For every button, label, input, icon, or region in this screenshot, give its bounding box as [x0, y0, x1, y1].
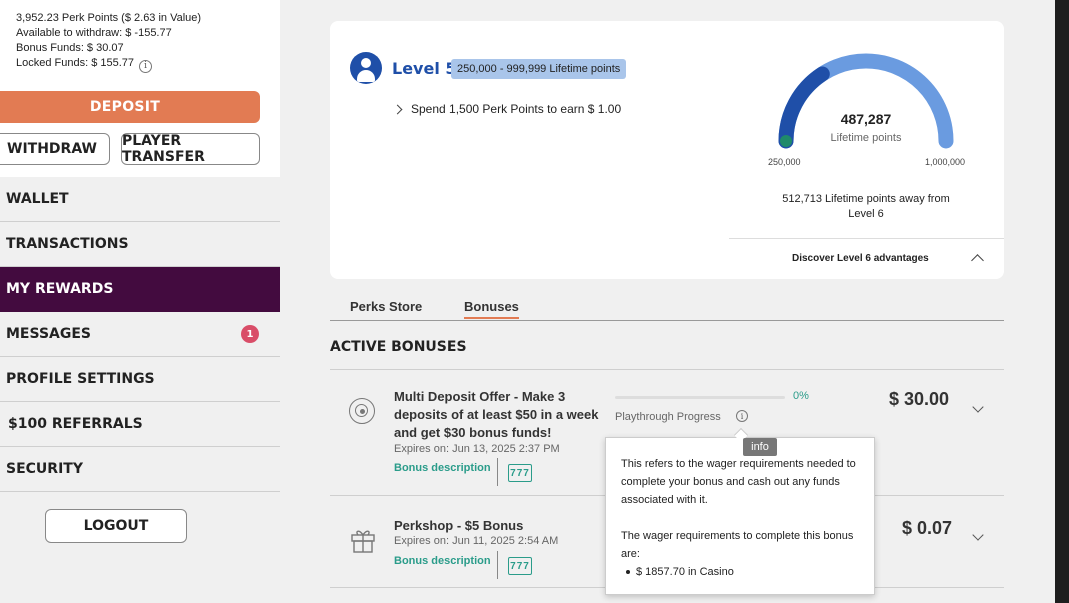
wager-requirements-list: $ 1857.70 in Casino: [621, 563, 860, 581]
sidebar-item-label: TRANSACTIONS: [6, 236, 129, 252]
playthrough-tooltip: This refers to the wager requirements ne…: [605, 437, 875, 595]
user-avatar-icon: [350, 52, 382, 84]
target-icon: [349, 398, 375, 424]
locked-funds-row: Locked Funds: $ 155.77 i: [16, 57, 153, 73]
list-item: $ 1857.70 in Casino: [621, 563, 860, 581]
bonus-expiry: Expires on: Jun 11, 2025 2:54 AM: [394, 535, 559, 547]
discover-level-link[interactable]: Discover Level 6 advantages: [792, 253, 929, 264]
sidebar-item-messages[interactable]: MESSAGES 1: [0, 312, 280, 357]
level-range-badge: 250,000 - 999,999 Lifetime points: [451, 59, 627, 79]
withdraw-button[interactable]: WITHDRAW: [0, 133, 110, 165]
sidebar-item-my-rewards[interactable]: MY REWARDS: [0, 267, 280, 312]
chevron-right-icon: [392, 104, 403, 114]
spend-info-row[interactable]: Spend 1,500 Perk Points to earn $ 1.00: [392, 102, 622, 116]
level-title: Level 5: [392, 59, 457, 78]
sidebar-item-label: MESSAGES: [6, 326, 92, 342]
bonus-description-link[interactable]: Bonus description: [394, 462, 491, 474]
bonus-amount: $ 30.00: [889, 389, 950, 409]
sidebar-nav: WALLET TRANSACTIONS MY REWARDS MESSAGES 1…: [0, 177, 280, 492]
perk-points-text: 3,952.23 Perk Points ($ 2.63 in Value): [16, 12, 202, 24]
playthrough-progress-value: 0%: [793, 390, 809, 402]
divider: [497, 551, 498, 579]
spend-info-text: Spend 1,500 Perk Points to earn $ 1.00: [411, 102, 622, 116]
info-tag: info: [743, 438, 777, 456]
bonus-description-link[interactable]: Bonus description: [394, 555, 491, 567]
sidebar-item-wallet[interactable]: WALLET: [0, 177, 280, 222]
sidebar-item-label: $100 REFERRALS: [8, 416, 143, 432]
sidebar-item-label: SECURITY: [6, 461, 83, 477]
slot-machine-icon: 777: [508, 557, 532, 575]
gauge-label: Lifetime points: [830, 132, 902, 144]
sidebar-item-profile-settings[interactable]: PROFILE SETTINGS: [0, 357, 280, 402]
section-title: ACTIVE BONUSES: [330, 339, 467, 355]
sidebar-item-transactions[interactable]: TRANSACTIONS: [0, 222, 280, 267]
deposit-button[interactable]: DEPOSIT: [0, 91, 260, 123]
info-icon[interactable]: i: [139, 59, 153, 73]
tab-perks-store[interactable]: Perks Store: [350, 299, 422, 314]
available-withdraw-text: Available to withdraw: $ -155.77: [16, 27, 172, 39]
bonus-funds-text: Bonus Funds: $ 30.07: [16, 42, 124, 54]
sidebar-item-security[interactable]: SECURITY: [0, 447, 280, 492]
playthrough-label: Playthrough Progress: [615, 411, 721, 423]
gauge-fill: [778, 66, 830, 149]
sidebar-item-label: PROFILE SETTINGS: [6, 371, 155, 387]
slot-machine-icon: 777: [508, 464, 532, 482]
gauge-start-dot: [780, 135, 792, 147]
sidebar-item-label: MY REWARDS: [6, 281, 114, 297]
logout-button[interactable]: LOGOUT: [45, 509, 187, 543]
bonus-title: Multi Deposit Offer - Make 3 deposits of…: [394, 389, 599, 440]
gauge-track: [778, 53, 954, 149]
info-icon[interactable]: i: [736, 410, 748, 422]
locked-funds-text: Locked Funds: $ 155.77: [16, 57, 135, 69]
points-away-text: 512,713 Lifetime points away from Level …: [782, 193, 950, 220]
message-count-badge: 1: [241, 325, 259, 343]
divider: [497, 458, 498, 486]
rewards-tabs: Perks Store Bonuses: [330, 297, 1004, 321]
sidebar-item-referrals[interactable]: $100 REFERRALS: [0, 402, 280, 447]
bonus-expiry: Expires on: Jun 13, 2025 2:37 PM: [394, 443, 560, 455]
gauge-min-label: 250,000: [768, 157, 801, 167]
sidebar-item-label: WALLET: [6, 191, 69, 207]
divider: [729, 238, 1004, 239]
window-edge: [1055, 0, 1069, 603]
divider: [330, 369, 1004, 370]
tab-bonuses[interactable]: Bonuses: [464, 299, 519, 319]
tooltip-paragraph: The wager requirements to complete this …: [621, 530, 854, 560]
account-summary: 3,952.23 Perk Points ($ 2.63 in Value) A…: [0, 0, 280, 177]
gauge-max-label: 1,000,000: [925, 157, 966, 167]
gift-icon: [351, 530, 375, 553]
player-transfer-button[interactable]: PLAYER TRANSFER: [121, 133, 260, 165]
bonus-title: Perkshop - $5 Bonus: [394, 518, 524, 533]
bonus-amount: $ 0.07: [902, 518, 953, 538]
gauge-value: 487,287: [840, 111, 892, 127]
tooltip-paragraph: This refers to the wager requirements ne…: [621, 458, 856, 506]
playthrough-progress-bar: [615, 396, 785, 399]
